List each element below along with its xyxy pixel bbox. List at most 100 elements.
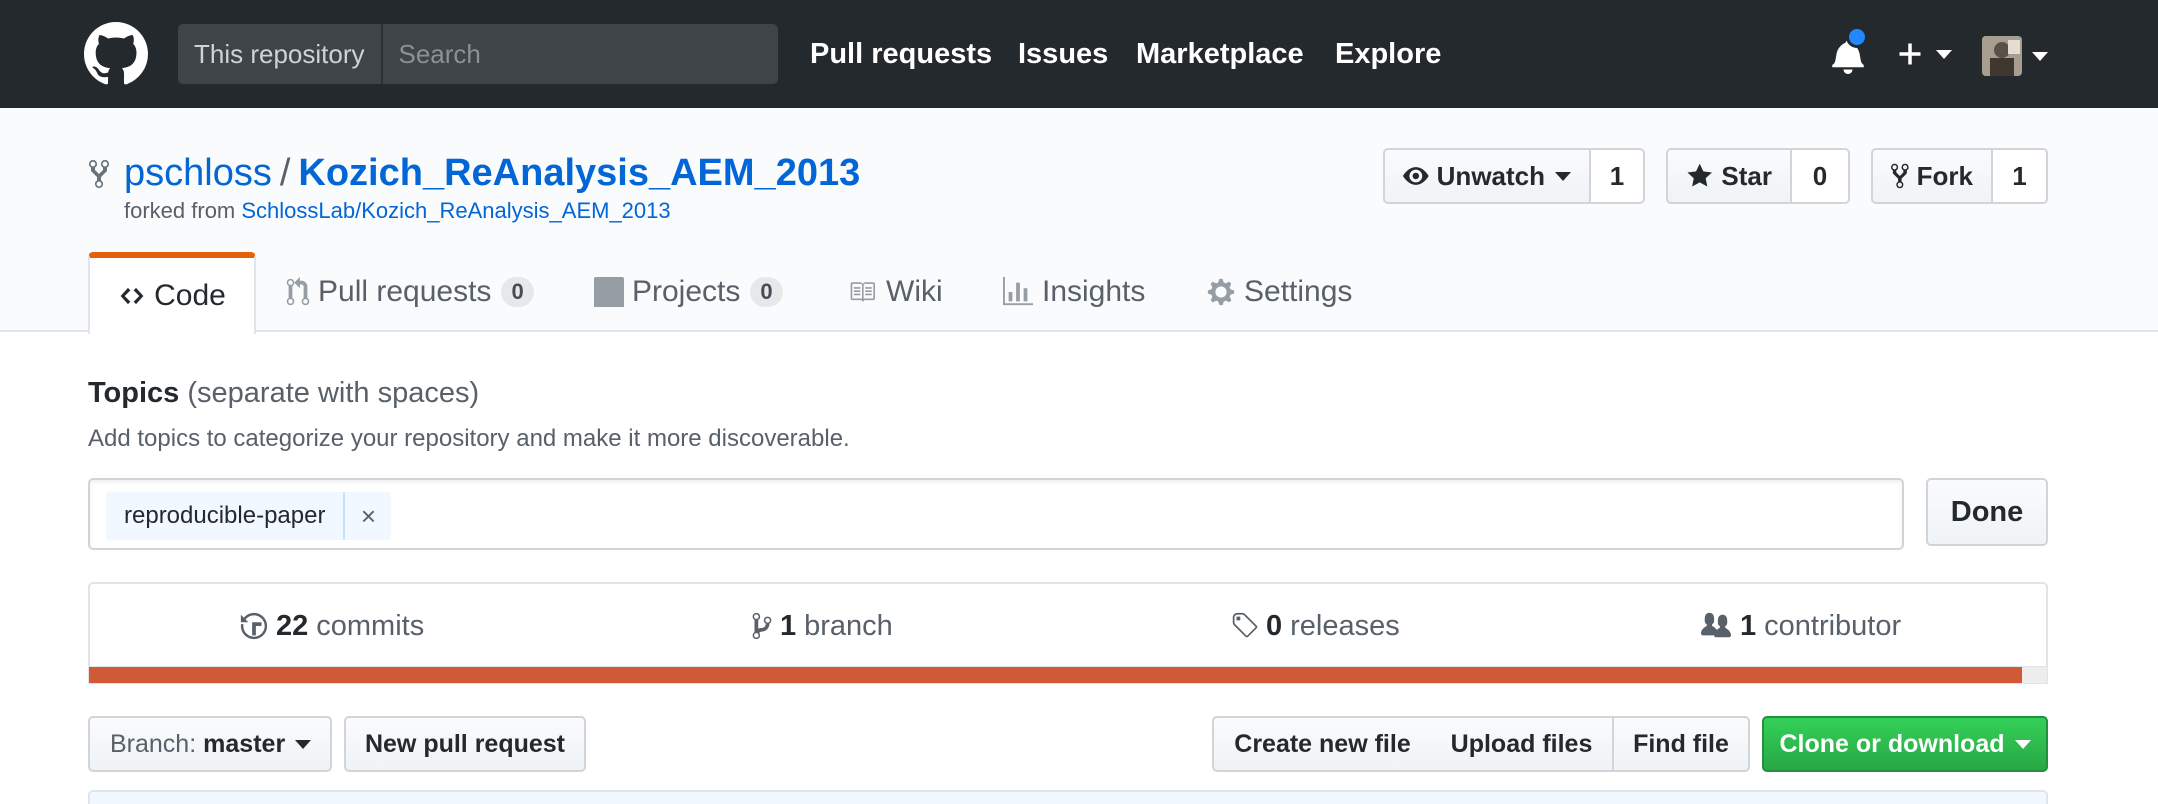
github-logo-icon[interactable]: [84, 22, 148, 86]
search-input[interactable]: [382, 24, 778, 84]
create-new-file-button[interactable]: Create new file: [1212, 716, 1433, 772]
commits-count: 22: [276, 610, 309, 642]
numbers-summary: 22 commits 1 branch 0 releases 1 contrib…: [88, 582, 2048, 666]
branch-select-button[interactable]: Branch: master: [88, 716, 332, 772]
topics-input[interactable]: reproducible-paper ×: [88, 478, 1904, 550]
watch-label: Unwatch: [1436, 160, 1545, 191]
tab-wiki[interactable]: Wiki: [846, 252, 943, 332]
tab-settings[interactable]: Settings: [1206, 252, 1352, 332]
stargazers-count[interactable]: 0: [1792, 148, 1850, 204]
topics-description: Add topics to categorize your repository…: [88, 425, 850, 452]
star-group: Star 0: [1666, 148, 1850, 204]
search-bar: This repository: [178, 24, 778, 84]
language-bar-segment: [89, 667, 2022, 683]
forked-source-link[interactable]: SchlossLab/Kozich_ReAnalysis_AEM_2013: [241, 198, 670, 223]
star-icon: [1687, 163, 1712, 187]
forks-count[interactable]: 1: [1993, 148, 2048, 204]
new-pull-request-button[interactable]: New pull request: [344, 716, 586, 772]
chevron-down-icon: [2014, 739, 2031, 749]
people-icon: [1701, 612, 1731, 638]
remove-topic-button[interactable]: ×: [343, 492, 391, 540]
tab-insights-label: Insights: [1042, 275, 1146, 308]
clone-label: Clone or download: [1779, 729, 2005, 758]
graph-icon: [1003, 277, 1033, 306]
search-scope-label: This repository: [178, 24, 383, 84]
git-pull-request-icon: [286, 277, 310, 306]
branches-link[interactable]: 1 branch: [752, 608, 893, 644]
avatar: [1982, 36, 2022, 76]
contributors-label: contributor: [1764, 610, 1902, 642]
repo-forked-icon: [89, 159, 109, 189]
topics-title: Topics: [88, 377, 180, 409]
global-header: This repository Pull requests Issues Mar…: [0, 0, 2158, 108]
language-bar[interactable]: [88, 666, 2048, 684]
branches-label: branch: [804, 610, 893, 642]
nav-marketplace[interactable]: Marketplace: [1136, 36, 1304, 72]
gear-icon: [1207, 278, 1235, 306]
project-icon: [594, 277, 624, 307]
code-icon: [120, 287, 144, 305]
topic-tag: reproducible-paper ×: [106, 492, 392, 540]
commits-link[interactable]: 22 commits: [240, 608, 424, 644]
topics-heading: Topics (separate with spaces): [88, 375, 479, 411]
fork-button[interactable]: Fork: [1871, 148, 1993, 204]
chevron-down-icon: [295, 739, 312, 749]
releases-count: 0: [1266, 610, 1283, 642]
history-icon: [240, 612, 268, 640]
eye-icon: [1403, 167, 1429, 185]
chevron-down-icon: [1936, 50, 1952, 59]
nav-explore[interactable]: Explore: [1335, 36, 1441, 72]
path-separator: /: [279, 152, 291, 194]
tab-projects[interactable]: Projects 0: [594, 252, 783, 332]
releases-link[interactable]: 0 releases: [1230, 608, 1400, 644]
tab-pull-requests-label: Pull requests: [318, 275, 492, 308]
user-menu[interactable]: [1982, 36, 2050, 76]
watchers-count[interactable]: 1: [1591, 148, 1645, 204]
branch-prefix: Branch:: [110, 729, 197, 758]
nav-issues[interactable]: Issues: [1018, 36, 1108, 72]
nav-pull-requests[interactable]: Pull requests: [810, 36, 992, 72]
chevron-down-icon: [1555, 171, 1571, 181]
forked-from: forked from SchlossLab/Kozich_ReAnalysis…: [124, 198, 671, 224]
tab-insights[interactable]: Insights: [1002, 252, 1145, 332]
commits-label: commits: [316, 610, 425, 642]
branch-name: master: [203, 729, 286, 758]
star-label: Star: [1721, 160, 1772, 191]
releases-label: releases: [1290, 610, 1400, 642]
tag-icon: [1232, 612, 1258, 638]
repo-owner-link[interactable]: pschloss: [124, 152, 272, 194]
git-branch-icon: [752, 612, 772, 640]
star-button[interactable]: Star: [1666, 148, 1792, 204]
fork-icon: [1891, 163, 1909, 189]
forked-from-label: forked from: [124, 198, 242, 223]
tab-code-label: Code: [154, 279, 226, 312]
unwatch-button[interactable]: Unwatch: [1383, 148, 1591, 204]
pull-requests-counter: 0: [501, 277, 534, 307]
tab-wiki-label: Wiki: [886, 275, 943, 308]
tab-code[interactable]: Code: [88, 252, 256, 334]
book-icon: [850, 282, 875, 302]
create-new-dropdown[interactable]: [1896, 30, 1968, 78]
commit-tease-box: [88, 790, 2048, 804]
plus-icon: [1899, 43, 1921, 65]
fork-group: Fork 1: [1871, 148, 2048, 204]
done-button[interactable]: Done: [1926, 478, 2048, 546]
upload-files-button[interactable]: Upload files: [1431, 716, 1614, 772]
repo-name-link[interactable]: Kozich_ReAnalysis_AEM_2013: [298, 152, 860, 194]
chevron-down-icon: [2032, 52, 2048, 61]
fork-label: Fork: [1916, 160, 1973, 191]
watch-group: Unwatch 1: [1383, 148, 1645, 204]
projects-counter: 0: [750, 277, 783, 307]
contributors-link[interactable]: 1 contributor: [1700, 608, 1901, 644]
topic-tag-label: reproducible-paper: [124, 502, 326, 529]
contributors-count: 1: [1740, 610, 1757, 642]
clone-or-download-button[interactable]: Clone or download: [1762, 716, 2048, 772]
find-file-button[interactable]: Find file: [1612, 716, 1750, 772]
branches-count: 1: [780, 610, 797, 642]
tab-pull-requests[interactable]: Pull requests 0: [286, 252, 534, 332]
repo-title: pschloss / Kozich_ReAnalysis_AEM_2013: [124, 150, 860, 196]
tab-projects-label: Projects: [632, 275, 741, 308]
topics-hint: (separate with spaces): [187, 377, 480, 409]
notification-indicator: [1846, 26, 1868, 48]
tab-settings-label: Settings: [1244, 275, 1353, 308]
